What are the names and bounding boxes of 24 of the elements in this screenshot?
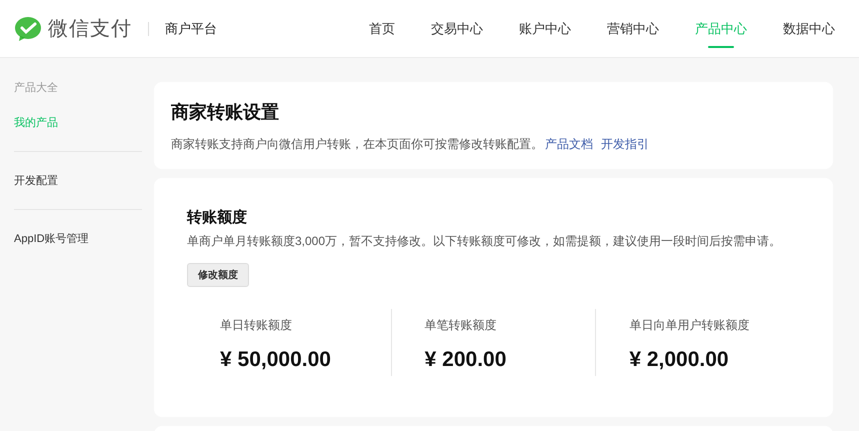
sidebar-item[interactable]: AppID账号管理 <box>14 231 142 246</box>
link[interactable]: 开发指引 <box>601 137 649 151</box>
sidebar-heading: 产品大全 <box>14 80 59 95</box>
stat-label: 单日转账额度 <box>220 317 293 334</box>
stat-label: 单日向单用户转账额度 <box>629 317 750 334</box>
nav-tab[interactable]: 数据中心 <box>783 12 835 46</box>
nav-tab[interactable]: 首页 <box>369 12 395 46</box>
sidebar-item[interactable]: 开发配置 <box>14 173 142 188</box>
description-text: 单商户单月转账额度3,000万，暂不支持修改。以下转账额度可修改，如需提额，建议使用一段时间后按需申请。 <box>187 233 782 250</box>
wechat-pay-logo-icon <box>14 16 42 42</box>
brand-name: 微信支付 <box>48 17 132 42</box>
section-title: 转账额度 <box>187 208 248 227</box>
nav-tab[interactable]: 营销中心 <box>607 12 659 46</box>
page-title: 商家转账设置 <box>171 101 280 124</box>
nav-tab[interactable]: 账户中心 <box>519 12 571 46</box>
stat-label: 单笔转账额度 <box>424 317 498 334</box>
stat-value: ¥ 200.00 <box>424 348 508 372</box>
edit-quota-button[interactable]: 修改额度 <box>187 263 249 287</box>
link[interactable]: 产品文档 <box>545 137 593 151</box>
stat-value: ¥ 50,000.00 <box>220 348 332 372</box>
description-text: 商家转账支持商户向微信用户转账，在本页面你可按需修改转账配置。 <box>171 137 543 151</box>
stat-value: ¥ 2,000.00 <box>629 348 730 372</box>
nav-tab[interactable]: 交易中心 <box>431 12 483 46</box>
platform-name: 商户平台 <box>165 20 217 38</box>
